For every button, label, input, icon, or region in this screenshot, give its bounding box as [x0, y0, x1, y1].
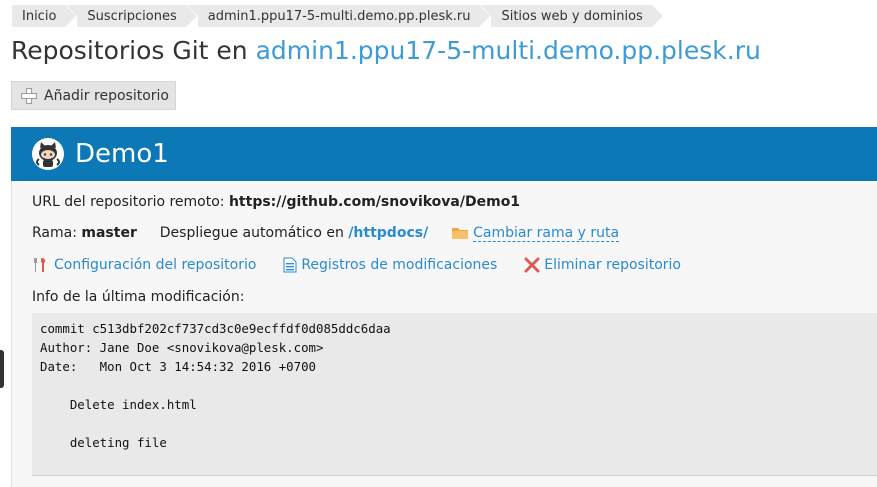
delete-repository-link[interactable]: Eliminar repositorio	[544, 257, 681, 273]
github-octocat-icon	[32, 138, 64, 170]
commit-info-text: commit c513dbf202cf737cd3c0e9ecffdf0d085…	[40, 321, 391, 450]
page-title-domain-link[interactable]: admin1.ppu17-5-multi.demo.pp.plesk.ru	[256, 36, 761, 65]
change-logs-link[interactable]: Registros de modificaciones	[301, 257, 497, 273]
document-icon	[283, 257, 297, 273]
delete-repository-action[interactable]: Eliminar repositorio	[524, 257, 681, 273]
breadcrumb-suscripciones[interactable]: Suscripciones	[66, 5, 198, 27]
repository-header: Demo1	[11, 127, 877, 181]
branch-label: Rama:	[32, 225, 77, 241]
actions-row: Configuración del repositorio Registros …	[32, 257, 681, 273]
remote-url-row: URL del repositorio remoto: https://gith…	[32, 194, 520, 210]
remote-url-value: https://github.com/snovikova/Demo1	[228, 194, 521, 210]
breadcrumb: Inicio Suscripciones admin1.ppu17-5-mult…	[12, 5, 664, 27]
branch-value: master	[81, 225, 137, 241]
breadcrumb-subscription-domain[interactable]: admin1.ppu17-5-multi.demo.pp.plesk.ru	[186, 5, 491, 27]
commit-info-box: commit c513dbf202cf737cd3c0e9ecffdf0d085…	[32, 313, 877, 476]
repository-config-action[interactable]: Configuración del repositorio	[32, 257, 261, 273]
delete-x-icon	[524, 257, 540, 273]
branch-row: Rama: master Despliegue automático en /h…	[32, 225, 620, 242]
deploy-path-link[interactable]: /httpdocs/	[348, 225, 428, 241]
page-title-prefix: Repositorios Git en	[11, 36, 256, 65]
deploy-label: Despliegue automático en	[159, 225, 344, 241]
change-branch-link[interactable]: Cambiar rama y ruta	[473, 225, 620, 242]
repository-body: URL del repositorio remoto: https://gith…	[11, 181, 877, 487]
add-repository-label: Añadir repositorio	[44, 87, 169, 104]
repository-config-link[interactable]: Configuración del repositorio	[54, 257, 256, 273]
breadcrumb-websites-domains[interactable]: Sitios web y dominios	[480, 5, 664, 27]
change-logs-action[interactable]: Registros de modificaciones	[283, 257, 501, 273]
last-commit-label: Info de la última modificación:	[32, 289, 245, 305]
side-panel-handle[interactable]	[0, 350, 4, 388]
breadcrumb-inicio[interactable]: Inicio	[12, 5, 77, 27]
folder-icon	[452, 228, 469, 239]
remote-url-label: URL del repositorio remoto:	[32, 194, 225, 210]
repository-panel: Demo1 URL del repositorio remoto: https:…	[11, 127, 877, 487]
page-title: Repositorios Git en admin1.ppu17-5-multi…	[11, 36, 761, 65]
repository-name: Demo1	[75, 139, 169, 169]
add-repository-button[interactable]: Añadir repositorio	[11, 81, 176, 110]
tools-icon	[34, 258, 46, 272]
plus-icon	[21, 87, 37, 104]
